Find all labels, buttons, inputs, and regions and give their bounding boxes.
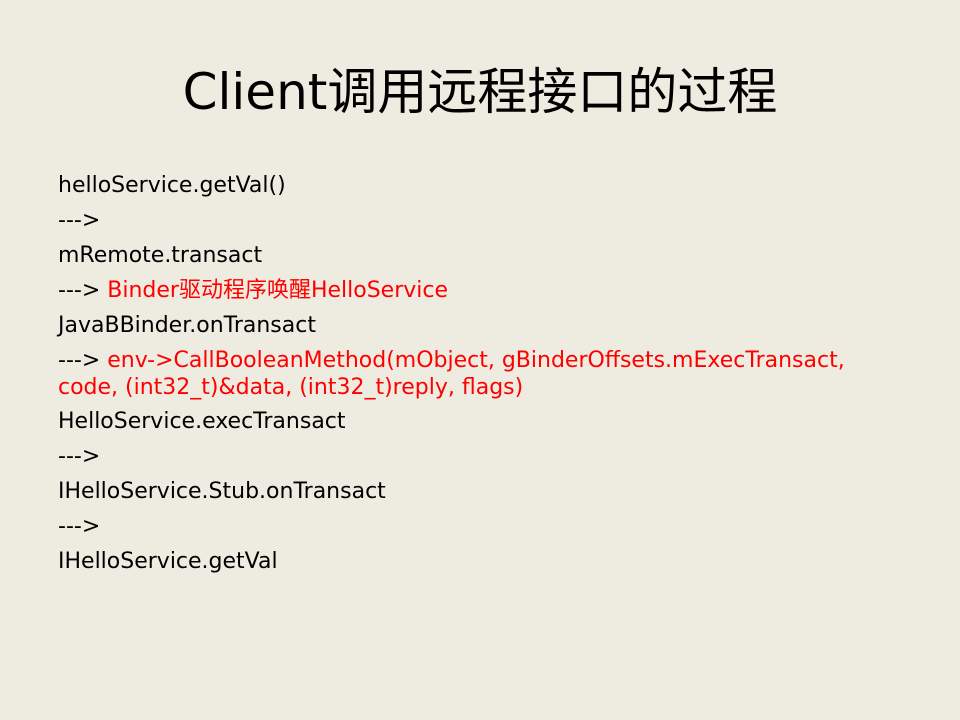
call-step-javabbinder-ontransact: JavaBBinder.onTransact bbox=[58, 313, 316, 338]
slide-body: helloService.getVal() ---> mRemote.trans… bbox=[58, 168, 918, 579]
binder-driver-note: Binder驱动程序唤醒HelloService bbox=[107, 278, 449, 303]
arrow-prefix: ---> bbox=[58, 278, 108, 303]
arrow-line: ---> bbox=[58, 208, 101, 233]
binder-driver-step: ---> Binder驱动程序唤醒HelloService bbox=[58, 273, 918, 308]
arrow-prefix: ---> bbox=[58, 348, 108, 373]
callbooleanmethod-step: ---> env->CallBooleanMethod(mObject, gBi… bbox=[58, 343, 918, 375]
callbooleanmethod-args: code, (int32_t)&data, (int32_t)reply, fl… bbox=[58, 375, 524, 400]
call-step-mremote-transact: mRemote.transact bbox=[58, 243, 263, 268]
presentation-slide: Client调用远程接口的过程 helloService.getVal() --… bbox=[0, 0, 960, 720]
call-step-hello-service-getval: helloService.getVal() bbox=[58, 173, 286, 198]
call-step-helloservice-exectransact: HelloService.execTransact bbox=[58, 409, 346, 434]
call-step-ihelloservice-getval: IHelloService.getVal bbox=[58, 549, 278, 574]
arrow-line: ---> bbox=[58, 514, 101, 539]
arrow-line: ---> bbox=[58, 444, 101, 469]
slide-title: Client调用远程接口的过程 bbox=[182, 63, 778, 121]
callbooleanmethod-note: env->CallBooleanMethod(mObject, gBinderO… bbox=[107, 348, 845, 373]
call-step-stub-ontransact: IHelloService.Stub.onTransact bbox=[58, 479, 386, 504]
